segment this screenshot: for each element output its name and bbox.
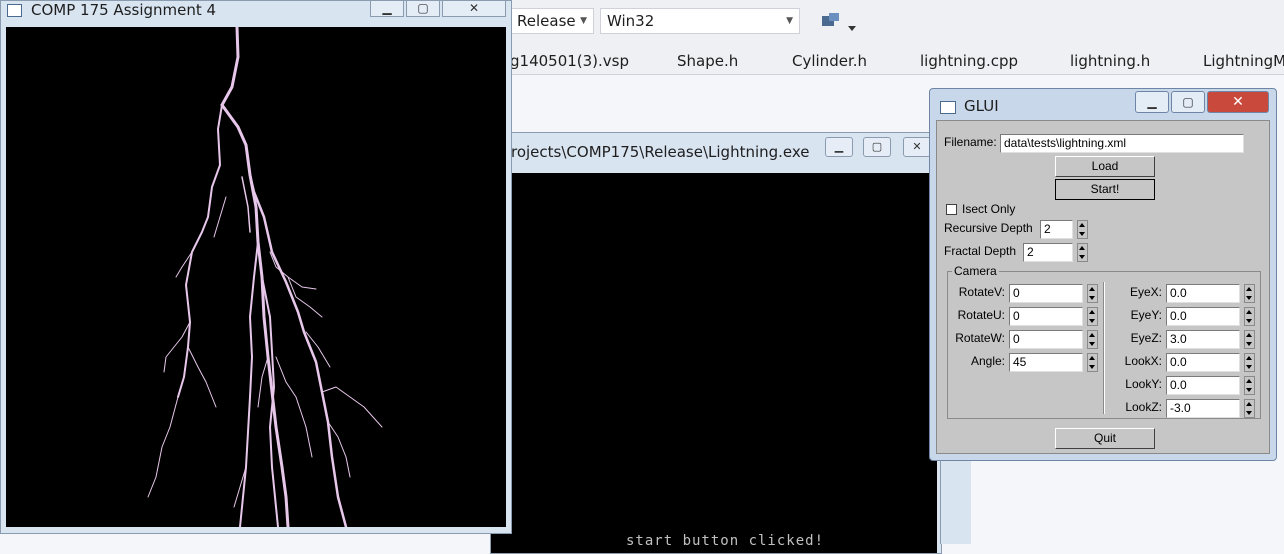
bolt-segment [177,104,223,398]
platform-dropdown[interactable]: Win32 ▼ [600,8,800,34]
close-button[interactable]: ✕ [903,137,931,157]
look-x-label: LookX: [1124,354,1162,368]
filename-field[interactable]: data\tests\lightning.xml [1000,134,1244,153]
eye-z-field[interactable]: 3.0 [1166,330,1240,349]
rotate-u-label: RotateU: [957,308,1005,322]
rotate-v-field[interactable]: 0 [1009,284,1083,303]
bolt-segment [241,176,251,233]
close-button[interactable]: ✕ [442,1,506,17]
app-icon [940,101,956,114]
recursive-depth-label: Recursive Depth [944,221,1033,235]
rotate-u-field[interactable]: 0 [1009,307,1083,326]
platform-value: Win32 [607,12,655,30]
eye-x-spinner[interactable] [1244,284,1255,303]
lightning-window: COMP 175 Assignment 4 ▁ ▢ ✕ [0,0,512,534]
bolt-segment [220,27,240,107]
bolt-segment [213,196,227,238]
rotate-u-spinner[interactable] [1087,307,1098,326]
eye-y-label: EyeY: [1130,308,1162,322]
recursive-depth-field[interactable]: 2 [1040,220,1073,239]
camera-label: Camera [952,264,999,278]
fractal-depth-label: Fractal Depth [944,244,1017,258]
isect-only-label: Isect Only [962,202,1016,216]
bolt-segment [275,356,313,458]
tab-shape-h[interactable]: Shape.h [677,52,738,70]
bolt-segment [269,251,317,290]
column-divider [1103,282,1105,414]
bolt-segment [305,331,331,368]
rotate-w-spinner[interactable] [1087,330,1098,349]
angle-field[interactable]: 45 [1009,353,1083,372]
look-z-field[interactable]: -3.0 [1166,399,1240,418]
look-y-spinner[interactable] [1244,376,1255,395]
minimize-button[interactable]: ▁ [1135,91,1169,113]
glui-title: GLUI [964,97,999,115]
eye-z-spinner[interactable] [1244,330,1255,349]
angle-label: Angle: [970,354,1005,368]
lightning-bolt [147,27,383,527]
fractal-depth-field[interactable]: 2 [1023,243,1073,262]
rotate-v-label: RotateV: [958,285,1005,299]
quit-button[interactable]: Quit [1055,428,1155,449]
bolt-segment [321,386,383,428]
lightning-window-title: COMP 175 Assignment 4 [31,1,217,19]
tab-lightning-h[interactable]: lightning.h [1070,52,1150,70]
eye-y-spinner[interactable] [1244,307,1255,326]
console-line: start button clicked! [626,533,825,549]
eye-z-label: EyeZ: [1130,331,1162,345]
tab-cylinder-h[interactable]: Cylinder.h [792,52,867,70]
look-y-label: LookY: [1125,377,1162,391]
app-icon [7,4,22,17]
look-x-spinner[interactable] [1244,353,1255,372]
glui-panel: Filename: data\tests\lightning.xml Load … [936,120,1270,454]
fractal-depth-spinner[interactable] [1077,243,1088,262]
maximize-button[interactable]: ▢ [406,1,440,17]
recursive-depth-spinner[interactable] [1077,220,1088,239]
chevron-down-icon: ▼ [786,16,793,26]
look-z-label: LookZ: [1125,400,1162,414]
console-window: rojects\COMP175\Release\Lightning.exe ▁ … [490,132,942,554]
bolt-segment [147,396,179,498]
close-button[interactable]: ✕ [1207,91,1269,113]
scrollbar[interactable] [940,460,971,544]
look-x-field[interactable]: 0.0 [1166,353,1240,372]
rotate-w-field[interactable]: 0 [1009,330,1083,349]
bolt-segment [220,103,290,527]
bolt-segment [257,356,269,408]
rotate-w-label: RotateW: [955,331,1005,345]
attach-process-icon[interactable] [820,10,860,34]
eye-x-label: EyeX: [1129,285,1162,299]
start-button[interactable]: Start! [1055,179,1155,200]
isect-only-checkbox[interactable] [946,204,957,215]
look-z-spinner[interactable] [1244,399,1255,418]
bolt-segment [248,173,348,527]
angle-spinner[interactable] [1087,353,1098,372]
chevron-down-icon: ▼ [580,16,587,26]
maximize-button[interactable]: ▢ [863,137,891,157]
eye-y-field[interactable]: 0.0 [1166,307,1240,326]
filename-label: Filename: [944,135,997,149]
tab-vsp[interactable]: g140501(3).vsp [510,52,629,70]
tab-lightning-cpp[interactable]: lightning.cpp [920,52,1018,70]
tab-lightning-main[interactable]: LightningMa [1203,52,1284,70]
eye-x-field[interactable]: 0.0 [1166,284,1240,303]
bolt-segment [187,346,217,408]
config-dropdown[interactable]: Release ▼ [510,8,594,34]
load-button[interactable]: Load [1055,156,1155,177]
look-y-field[interactable]: 0.0 [1166,376,1240,395]
console-output [491,173,937,553]
maximize-button[interactable]: ▢ [1171,91,1205,113]
minimize-button[interactable]: ▁ [370,1,404,17]
config-value: Release [517,12,576,30]
minimize-button[interactable]: ▁ [825,137,853,157]
glui-window: GLUI ▁ ▢ ✕ Filename: data\tests\lightnin… [929,88,1277,461]
render-canvas[interactable] [6,27,506,527]
bolt-segment [239,241,259,527]
rotate-v-spinner[interactable] [1087,284,1098,303]
camera-group: Camera RotateV: 0 RotateU: 0 RotateW: 0 … [947,264,1261,419]
console-title: rojects\COMP175\Release\Lightning.exe [511,143,810,161]
